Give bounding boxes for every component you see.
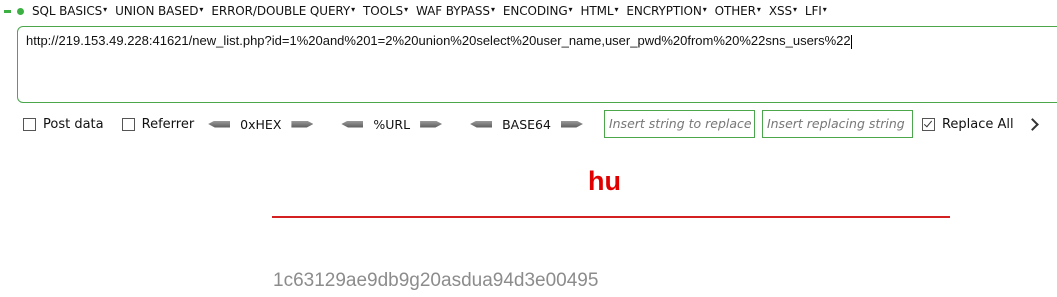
url-encode-arrow-icon[interactable] — [420, 120, 443, 128]
hex-label: 0xHEX — [240, 116, 282, 132]
post-data-checkbox-box[interactable] — [23, 117, 36, 131]
replace-all-checkbox[interactable]: Replace All — [921, 116, 1014, 132]
replace-all-checkbox-box[interactable] — [921, 117, 935, 131]
minimize-icon[interactable] — [4, 9, 11, 13]
url-label: %URL — [373, 116, 411, 132]
menu-lfi[interactable]: LFI▾ — [805, 4, 827, 18]
hex-decode-arrow-icon[interactable] — [208, 120, 231, 128]
base64-label: BASE64 — [502, 116, 551, 132]
menu-xss[interactable]: XSS▾ — [769, 4, 797, 18]
url-decode-arrow-icon[interactable] — [341, 120, 364, 128]
text-cursor — [850, 34, 852, 49]
replace-with-input[interactable]: Insert replacing string — [761, 110, 913, 138]
referrer-checkbox-box[interactable] — [121, 117, 135, 131]
menu-encoding[interactable]: ENCODING▾ — [503, 4, 573, 18]
chevron-right-icon[interactable] — [1025, 117, 1039, 131]
hackbar-options: Post data Referrer 0xHEX %URL BASE64 Ins… — [0, 107, 1057, 141]
hackbar-menubar: SQL BASICS▾ UNION BASED▾ ERROR/DOUBLE QU… — [0, 0, 1057, 22]
menu-other[interactable]: OTHER▾ — [715, 4, 761, 18]
menu-tools[interactable]: TOOLS▾ — [363, 4, 408, 18]
hex-encode-arrow-icon[interactable] — [291, 120, 314, 128]
url-textarea[interactable]: http://219.153.49.228:41621/new_list.php… — [17, 26, 1057, 103]
heading-divider — [272, 216, 950, 218]
replace-find-placeholder: Insert string to replace — [608, 116, 752, 131]
base64-encode-arrow-icon[interactable] — [560, 120, 583, 128]
menu-error-double-query[interactable]: ERROR/DOUBLE QUERY▾ — [211, 4, 355, 18]
referrer-checkbox[interactable]: Referrer — [121, 116, 195, 132]
menu-waf-bypass[interactable]: WAF BYPASS▾ — [416, 4, 495, 18]
menu-sql-basics[interactable]: SQL BASICS▾ — [32, 4, 107, 18]
menu-encryption[interactable]: ENCRYPTION▾ — [626, 4, 706, 18]
replace-find-input[interactable]: Insert string to replace — [603, 110, 755, 138]
base64-encoder: BASE64 — [470, 117, 583, 132]
url-encoder: %URL — [341, 116, 443, 132]
post-data-checkbox[interactable]: Post data — [23, 117, 104, 132]
menu-html[interactable]: HTML▾ — [580, 4, 618, 18]
query-result-text: 1c63129ae9db9g20asdua94d3e00495 — [273, 270, 599, 291]
url-value: http://219.153.49.228:41621/new_list.php… — [26, 33, 851, 48]
page-heading: hu — [588, 166, 621, 196]
status-dot-icon[interactable] — [17, 7, 24, 15]
referrer-label: Referrer — [141, 116, 195, 132]
replace-all-label: Replace All — [941, 116, 1014, 132]
page-content: hu 1c63129ae9db9g20asdua94d3e00495 — [0, 142, 1057, 297]
hackbar-toolbar: SQL BASICS▾ UNION BASED▾ ERROR/DOUBLE QU… — [0, 0, 1057, 142]
replace-with-placeholder: Insert replacing string — [766, 116, 905, 131]
base64-decode-arrow-icon[interactable] — [470, 120, 493, 128]
menu-union-based[interactable]: UNION BASED▾ — [115, 4, 203, 18]
post-data-label: Post data — [43, 116, 104, 132]
hex-encoder: 0xHEX — [208, 116, 314, 132]
